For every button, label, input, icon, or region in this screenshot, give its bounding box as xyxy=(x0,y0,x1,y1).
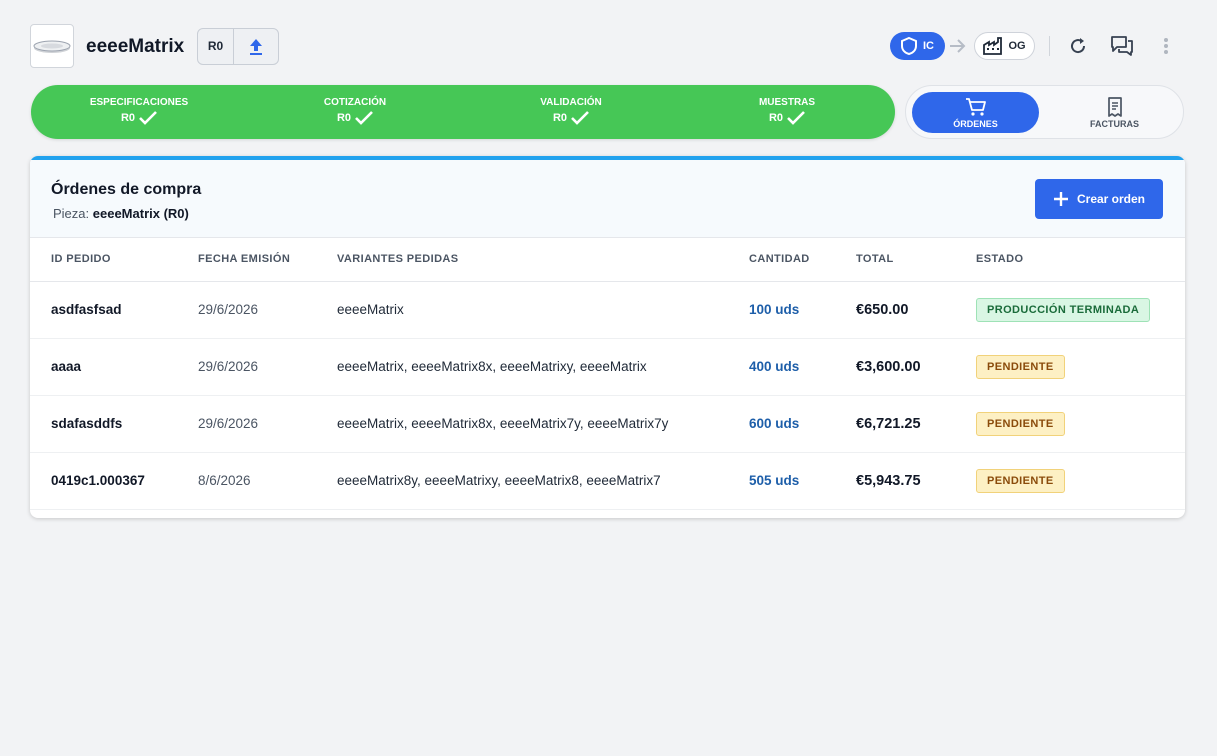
create-order-label: Crear orden xyxy=(1076,192,1146,206)
column-header: VARIANTES PEDIDAS xyxy=(337,238,749,282)
order-id: sdafasddfs xyxy=(30,395,198,453)
order-total: €5,943.75 xyxy=(856,452,976,510)
tab-ordenes[interactable]: ÓRDENES xyxy=(912,92,1039,133)
order-quantity: 100 uds xyxy=(749,281,856,339)
order-total: €6,721.25 xyxy=(856,395,976,453)
plus-icon xyxy=(1053,192,1068,206)
step-label: COTIZACIÓN xyxy=(323,97,387,108)
card-title: Órdenes de compra xyxy=(51,181,202,198)
comments-button[interactable] xyxy=(1110,34,1134,58)
part-value: eeeeMatrix (R0) xyxy=(92,206,189,221)
comments-icon xyxy=(1111,36,1133,56)
order-id: 0419c1.000367 xyxy=(30,452,198,510)
check-icon xyxy=(139,111,157,125)
check-icon xyxy=(571,111,589,125)
header-divider xyxy=(1049,36,1050,56)
order-quantity: 400 uds xyxy=(749,338,856,396)
step-label: VALIDACIÓN xyxy=(540,97,602,108)
order-quantity: 600 uds xyxy=(749,395,856,453)
order-date: 29/6/2026 xyxy=(198,338,337,396)
step-revision: R0 xyxy=(768,112,784,124)
factory-icon xyxy=(983,37,1003,55)
ic-status-pill[interactable]: IC xyxy=(890,32,945,60)
step-label: ESPECIFICACIONES xyxy=(89,97,189,108)
status-badge: PENDIENTE xyxy=(976,354,1065,379)
check-icon xyxy=(787,111,805,125)
step-muestras[interactable]: MUESTRAS R0 xyxy=(717,97,857,125)
status-badge: PENDIENTE xyxy=(976,468,1065,493)
step-label: MUESTRAS xyxy=(758,97,816,108)
purchase-orders-card: Órdenes de compra Pieza: eeeeMatrix (R0)… xyxy=(30,156,1185,518)
orders-table: ID PEDIDO FECHA EMISIÓN VARIANTES PEDIDA… xyxy=(30,238,1185,510)
table-header-row: ID PEDIDO FECHA EMISIÓN VARIANTES PEDIDA… xyxy=(30,238,1185,282)
order-date: 29/6/2026 xyxy=(198,395,337,453)
revision-group: R0 xyxy=(197,28,279,65)
tab-facturas[interactable]: FACTURAS xyxy=(1051,92,1178,133)
order-variants: eeeeMatrix, eeeeMatrix8x, eeeeMatrixy, e… xyxy=(337,338,749,396)
order-id: aaaa xyxy=(30,338,198,396)
order-id: asdfasfsad xyxy=(30,281,198,339)
create-order-button[interactable]: Crear orden xyxy=(1035,179,1163,219)
order-variants: eeeeMatrix xyxy=(337,281,749,339)
tab-label: FACTURAS xyxy=(1090,118,1139,129)
step-revision: R0 xyxy=(552,112,568,124)
step-revision: R0 xyxy=(336,112,352,124)
status-badge: PENDIENTE xyxy=(976,411,1065,436)
top-header: eeeeMatrix R0 IC OG xyxy=(30,24,1185,68)
og-label: OG xyxy=(1008,40,1026,52)
step-cotizacion[interactable]: COTIZACIÓN R0 xyxy=(285,97,425,125)
check-icon xyxy=(355,111,373,125)
status-badge: PRODUCCIÓN TERMINADA xyxy=(976,297,1151,322)
step-validacion[interactable]: VALIDACIÓN R0 xyxy=(501,97,641,125)
ic-label: IC xyxy=(923,40,934,52)
column-header: CANTIDAD xyxy=(749,238,856,282)
step-revision: R0 xyxy=(120,112,136,124)
card-subtitle: Pieza: eeeeMatrix (R0) xyxy=(53,206,189,221)
column-header: ID PEDIDO xyxy=(30,238,198,282)
table-row[interactable]: asdfasfsad 29/6/2026 eeeeMatrix 100 uds … xyxy=(30,281,1185,339)
upload-icon xyxy=(250,38,262,55)
arrow-right-icon xyxy=(950,39,966,53)
view-toggle: ÓRDENES FACTURAS xyxy=(905,85,1184,139)
step-especificaciones[interactable]: ESPECIFICACIONES R0 xyxy=(69,97,209,125)
order-variants: eeeeMatrix, eeeeMatrix8x, eeeeMatrix7y, … xyxy=(337,395,749,453)
upload-button[interactable] xyxy=(234,29,278,64)
column-header: ESTADO xyxy=(976,238,1185,282)
workflow-progress-bar: ESPECIFICACIONES R0 COTIZACIÓN R0 VALIDA… xyxy=(31,85,895,139)
shield-icon xyxy=(901,37,917,55)
order-total: €650.00 xyxy=(856,281,976,339)
order-date: 29/6/2026 xyxy=(198,281,337,339)
tab-label: ÓRDENES xyxy=(953,118,998,129)
part-label: Pieza: xyxy=(53,206,90,221)
table-row[interactable]: sdafasddfs 29/6/2026 eeeeMatrix, eeeeMat… xyxy=(30,395,1185,453)
revision-badge[interactable]: R0 xyxy=(198,29,234,64)
invoice-icon xyxy=(1107,96,1122,117)
refresh-button[interactable] xyxy=(1066,34,1090,58)
shopping-cart-icon xyxy=(965,97,986,116)
table-row[interactable]: aaaa 29/6/2026 eeeeMatrix, eeeeMatrix8x,… xyxy=(30,338,1185,396)
order-quantity: 505 uds xyxy=(749,452,856,510)
page-title: eeeeMatrix xyxy=(86,36,185,57)
order-date: 8/6/2026 xyxy=(198,452,337,510)
card-header: Órdenes de compra Pieza: eeeeMatrix (R0)… xyxy=(30,160,1185,238)
more-vertical-icon xyxy=(1164,38,1168,54)
order-total: €3,600.00 xyxy=(856,338,976,396)
more-menu-button[interactable] xyxy=(1154,34,1178,58)
order-variants: eeeeMatrix8y, eeeeMatrixy, eeeeMatrix8, … xyxy=(337,452,749,510)
part-thumbnail[interactable] xyxy=(30,24,74,68)
refresh-icon xyxy=(1071,38,1086,54)
column-header: TOTAL xyxy=(856,238,976,282)
column-header: FECHA EMISIÓN xyxy=(198,238,337,282)
og-status-pill[interactable]: OG xyxy=(974,32,1035,60)
part-image-icon xyxy=(33,40,71,53)
table-row[interactable]: 0419c1.000367 8/6/2026 eeeeMatrix8y, eee… xyxy=(30,452,1185,510)
